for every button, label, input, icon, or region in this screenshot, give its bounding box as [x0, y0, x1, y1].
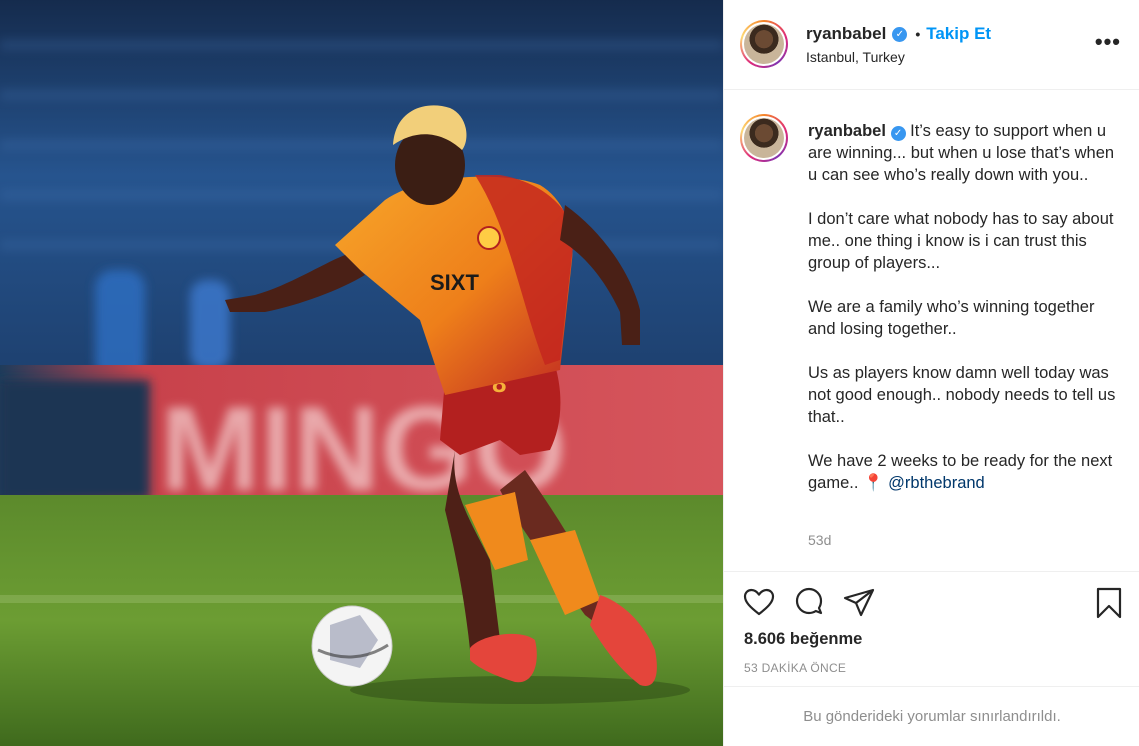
caption-paragraph-4: Us as players know damn well today was n…: [808, 364, 1116, 426]
comment-icon: [795, 587, 823, 615]
separator-dot: •: [915, 26, 921, 42]
caption-section: ryanbabel ✓ It’s easy to support when u …: [724, 90, 1139, 572]
like-button[interactable]: [742, 586, 776, 620]
caption-time-ago: 53d: [808, 532, 832, 548]
bookmark-icon: [1096, 587, 1122, 619]
comments-limited-notice: Bu gönderideki yorumlar sınırlandırıldı.: [803, 708, 1061, 725]
heart-icon: [743, 588, 775, 616]
share-button[interactable]: [842, 586, 876, 620]
pin-icon: 📍: [863, 474, 884, 492]
verified-badge-icon: ✓: [892, 26, 908, 42]
mention-link[interactable]: @rbthebrand: [884, 474, 985, 492]
paper-plane-icon: [843, 588, 875, 617]
header-username[interactable]: ryanbabel: [806, 24, 886, 44]
comment-button[interactable]: [792, 586, 826, 620]
post-photo[interactable]: MINGO 8 SIXT: [0, 0, 723, 746]
header-user-row: ryanbabel ✓ • Takip Et: [806, 24, 991, 44]
caption-text: ryanbabel ✓ It’s easy to support when u …: [808, 120, 1118, 516]
caption-username[interactable]: ryanbabel: [808, 122, 886, 140]
football-player-image: MINGO 8 SIXT: [0, 0, 723, 746]
caption-paragraph-2: I don’t care what nobody has to say abou…: [808, 210, 1114, 272]
likes-count[interactable]: 8.606 beğenme: [744, 630, 862, 649]
svg-text:SIXT: SIXT: [430, 270, 479, 295]
save-button[interactable]: [1092, 586, 1126, 620]
caption-avatar[interactable]: [740, 114, 788, 162]
post-actions: 8.606 beğenme 53 DAKİKA ÖNCE: [724, 572, 1139, 687]
caption-verified-badge-icon: ✓: [890, 126, 906, 141]
post-side-panel: ryanbabel ✓ • Takip Et Istanbul, Turkey …: [723, 0, 1139, 746]
post-header: ryanbabel ✓ • Takip Et Istanbul, Turkey …: [724, 0, 1139, 90]
post-timestamp[interactable]: 53 DAKİKA ÖNCE: [744, 661, 846, 675]
avatar[interactable]: [740, 20, 788, 68]
post-location[interactable]: Istanbul, Turkey: [806, 49, 905, 65]
follow-button[interactable]: Takip Et: [926, 24, 991, 44]
caption-paragraph-3: We are a family who’s winning together a…: [808, 298, 1095, 338]
more-options-icon[interactable]: •••: [1095, 31, 1121, 53]
